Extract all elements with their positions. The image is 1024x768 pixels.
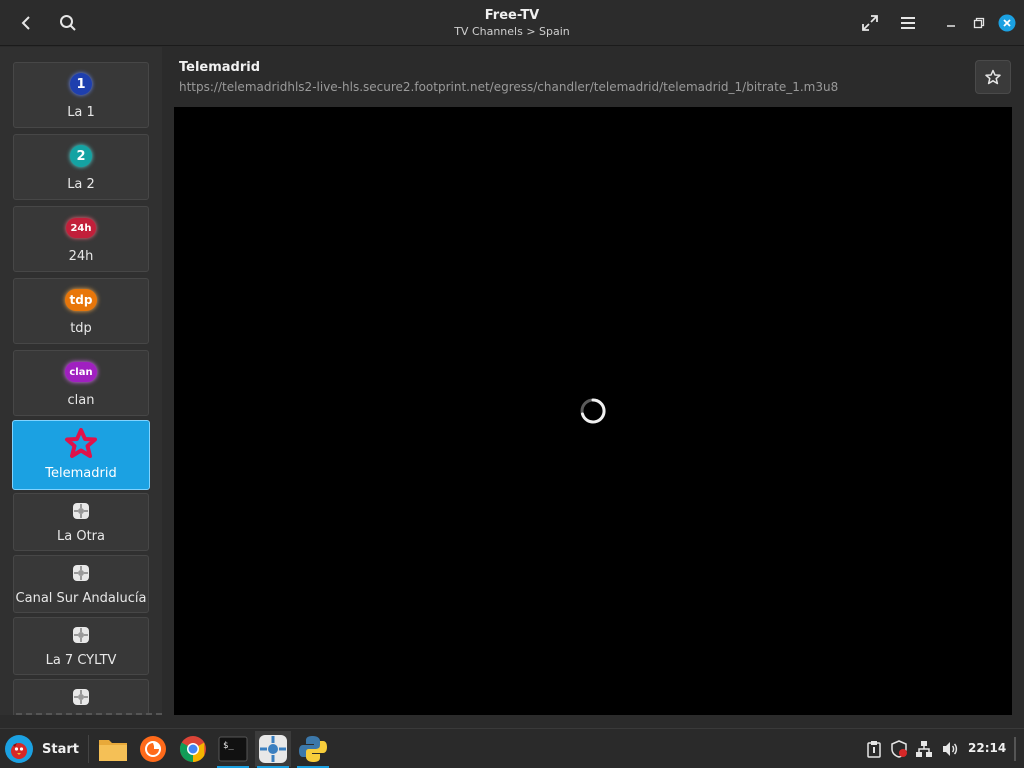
- channel-logo: [72, 624, 90, 646]
- channel-label: clan: [67, 393, 95, 408]
- chevron-left-icon: [21, 16, 30, 30]
- svg-text:$_: $_: [223, 741, 234, 751]
- channel-item-la-7-cyltv[interactable]: La 7 CYLTV: [13, 617, 149, 675]
- channel-logo: [72, 686, 90, 708]
- firefox-icon: [140, 736, 166, 762]
- channel-label: La 7 CYLTV: [45, 653, 117, 668]
- tdp-logo-icon: tdp: [65, 289, 97, 311]
- channel-logo: 1: [70, 71, 92, 97]
- taskbar-app-terminal[interactable]: $_: [215, 731, 251, 768]
- fullscreen-button[interactable]: [854, 7, 886, 39]
- channel-logo: tdp: [65, 287, 97, 313]
- start-menu-logo-icon: [5, 735, 33, 763]
- channel-item-next[interactable]: [13, 679, 149, 715]
- channel-label: La Otra: [57, 529, 105, 544]
- la2-logo-icon: 2: [70, 145, 92, 167]
- app-generic-icon: [73, 689, 89, 705]
- search-button[interactable]: [52, 7, 84, 39]
- network-icon: [916, 741, 932, 757]
- loading-spinner-icon: [580, 398, 606, 424]
- minimize-icon: [947, 25, 955, 27]
- taskbar-app-python[interactable]: [295, 731, 331, 768]
- video-player[interactable]: [174, 107, 1012, 715]
- channel-item-la-1[interactable]: 1 La 1: [13, 62, 149, 128]
- taskbar-app-firefox[interactable]: [135, 731, 171, 767]
- channel-label: Canal Sur Andalucía: [15, 591, 147, 606]
- close-icon: [998, 14, 1016, 32]
- start-button[interactable]: Start: [4, 733, 79, 765]
- shield-icon: [891, 740, 907, 758]
- star-icon: [985, 69, 1001, 85]
- channel-logo: 24h: [66, 215, 96, 241]
- taskbar-app-free-tv[interactable]: [255, 731, 291, 768]
- 24h-logo-icon: 24h: [66, 218, 96, 238]
- expand-icon: [862, 15, 878, 31]
- channel-label: 24h: [68, 249, 94, 264]
- channel-item-la-otra[interactable]: La Otra: [13, 493, 149, 551]
- tray-security[interactable]: [889, 739, 909, 759]
- current-channel-title: Telemadrid: [179, 60, 261, 75]
- channel-logo: 2: [70, 143, 92, 169]
- channel-item-24h[interactable]: 24h 24h: [13, 206, 149, 272]
- channel-label: La 1: [67, 105, 95, 120]
- back-button[interactable]: [10, 7, 42, 39]
- scroll-overflow-indicator: [16, 713, 162, 715]
- close-button[interactable]: [991, 7, 1023, 39]
- app-generic-icon: [73, 627, 89, 643]
- channel-label: Telemadrid: [45, 466, 117, 481]
- channel-label: La 2: [67, 177, 95, 192]
- clock[interactable]: 22:14: [968, 741, 1006, 755]
- free-tv-icon: [259, 735, 287, 763]
- taskbar-separator: [88, 735, 89, 763]
- app-generic-icon: [73, 565, 89, 581]
- channel-logo: [72, 562, 90, 584]
- clipboard-icon: [867, 741, 881, 758]
- channel-logo: clan: [65, 359, 97, 385]
- channel-item-tdp[interactable]: tdp tdp: [13, 278, 149, 344]
- app-generic-icon: [73, 503, 89, 519]
- terminal-icon: $_: [218, 736, 248, 762]
- hamburger-menu-icon: [901, 17, 915, 29]
- python-icon: [299, 736, 327, 762]
- channel-logo: [72, 500, 90, 522]
- show-desktop-button[interactable]: [1014, 737, 1016, 761]
- channel-logo: [64, 428, 98, 460]
- tray-volume[interactable]: [940, 739, 960, 759]
- la1-logo-icon: 1: [70, 73, 92, 95]
- channel-item-la-2[interactable]: 2 La 2: [13, 134, 149, 200]
- channel-sidebar[interactable]: 1 La 1 2 La 2 24h 24h tdp tdp clan clan: [0, 47, 162, 715]
- tray-clipboard[interactable]: [864, 739, 884, 759]
- channel-item-canal-sur[interactable]: Canal Sur Andalucía: [13, 555, 149, 613]
- stream-url: https://telemadridhls2-live-hls.secure2.…: [179, 80, 839, 94]
- search-icon: [60, 15, 76, 31]
- header-bar: Free-TV TV Channels > Spain: [0, 0, 1024, 46]
- clan-logo-icon: clan: [65, 362, 97, 382]
- tray-network[interactable]: [914, 739, 934, 759]
- file-manager-icon: [99, 740, 127, 761]
- channel-label: tdp: [70, 321, 92, 336]
- taskbar-app-file-manager[interactable]: [95, 731, 131, 767]
- channel-item-clan[interactable]: clan clan: [13, 350, 149, 416]
- volume-icon: [943, 742, 958, 756]
- restore-icon: [973, 17, 985, 29]
- favorite-button[interactable]: [975, 60, 1011, 94]
- start-label: Start: [42, 741, 79, 757]
- taskbar: Start $_ 22:14: [0, 728, 1024, 768]
- channel-item-telemadrid[interactable]: Telemadrid: [12, 420, 150, 490]
- taskbar-app-chrome[interactable]: [175, 731, 211, 767]
- star-outline-icon: [65, 428, 97, 458]
- chrome-icon: [179, 736, 206, 763]
- menu-button[interactable]: [892, 7, 924, 39]
